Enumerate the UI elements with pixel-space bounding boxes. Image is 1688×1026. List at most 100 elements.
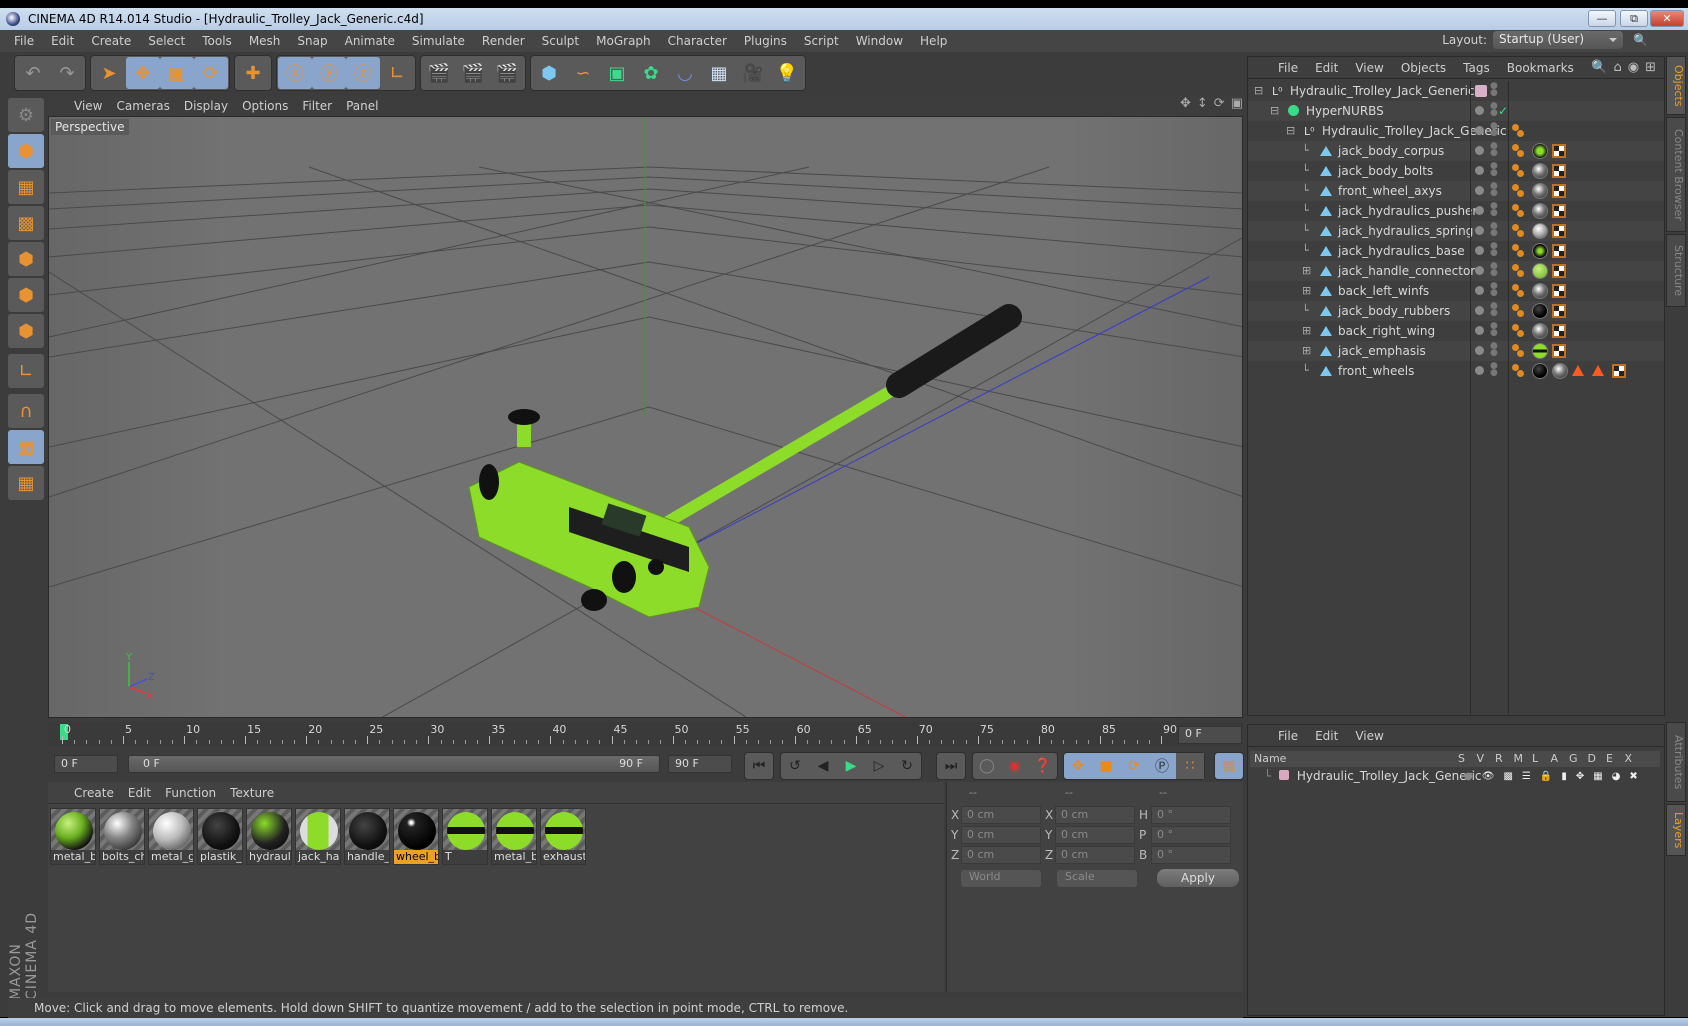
point-level-icon[interactable]: ∷ bbox=[1176, 753, 1204, 779]
coord-field[interactable]: 0 ° bbox=[1151, 846, 1231, 864]
object-menu-edit[interactable]: Edit bbox=[1315, 61, 1338, 75]
render-picture-viewer-icon[interactable]: 🎬 bbox=[456, 57, 490, 89]
object-name[interactable]: Hydraulic_Trolley_Jack_Generic bbox=[1290, 81, 1475, 101]
object-row[interactable]: ⊟ L⁰ Hydraulic_Trolley_Jack_Generic ● ● bbox=[1248, 81, 1664, 101]
menu-edit[interactable]: Edit bbox=[51, 34, 74, 48]
object-menu-objects[interactable]: Objects bbox=[1401, 61, 1446, 75]
menu-snap[interactable]: Snap bbox=[297, 34, 327, 48]
editor-visibility-dot[interactable] bbox=[1475, 126, 1484, 135]
render-visibility-dots[interactable]: ● ● bbox=[1490, 202, 1498, 218]
coord-field[interactable]: 0 cm bbox=[1055, 846, 1135, 864]
new-window-icon[interactable]: ⊞ bbox=[1645, 60, 1656, 75]
uvw-tag-icon[interactable] bbox=[1552, 264, 1566, 278]
expressions-icon[interactable]: ◕ bbox=[1612, 771, 1621, 782]
layer-menu-file[interactable]: File bbox=[1278, 729, 1298, 743]
uvw-tag-icon[interactable] bbox=[1552, 204, 1566, 218]
search-icon[interactable]: 🔍 bbox=[1591, 60, 1607, 75]
render-visibility-dots[interactable]: ● ● bbox=[1490, 162, 1498, 178]
phong-tag-icon[interactable] bbox=[1512, 204, 1524, 218]
side-tab-content-browser[interactable]: Content Browser bbox=[1666, 117, 1686, 232]
coord-field[interactable]: 0 cm bbox=[961, 846, 1041, 864]
scale-icon[interactable]: ▣ bbox=[160, 57, 194, 89]
array-icon[interactable]: ✿ bbox=[634, 57, 668, 89]
axis-mode-icon[interactable]: ∟ bbox=[8, 354, 44, 388]
editor-visibility-dot[interactable] bbox=[1475, 366, 1484, 375]
uvw-tag-icon[interactable] bbox=[1552, 184, 1566, 198]
menu-animate[interactable]: Animate bbox=[345, 34, 395, 48]
motion-record-icon[interactable]: ◯ bbox=[973, 753, 1001, 779]
render-visibility-dots[interactable]: ● ● bbox=[1490, 342, 1498, 358]
phong-tag-icon[interactable] bbox=[1512, 244, 1524, 258]
spline-pen-icon[interactable]: ∽ bbox=[566, 57, 600, 89]
material-tag-icon[interactable] bbox=[1532, 183, 1548, 199]
layer-column-l[interactable]: L bbox=[1532, 752, 1538, 765]
object-row[interactable]: ⊟ HyperNURBS ● ● ✓ bbox=[1248, 101, 1664, 121]
layer-column-v[interactable]: V bbox=[1477, 752, 1485, 765]
object-row[interactable]: └ jack_hydraulics_pusher ● ● bbox=[1248, 201, 1664, 221]
material-swatch[interactable]: metal_b bbox=[50, 808, 96, 865]
phong-tag-icon[interactable] bbox=[1512, 284, 1524, 298]
menu-create[interactable]: Create bbox=[91, 34, 131, 48]
lock-icon[interactable]: 🔒 bbox=[1540, 771, 1552, 782]
snap-magnet-icon[interactable]: ∩ bbox=[8, 394, 44, 428]
editor-visibility-dot[interactable] bbox=[1475, 266, 1484, 275]
redo-icon[interactable]: ↷ bbox=[50, 57, 84, 89]
coord-field[interactable]: 0 ° bbox=[1151, 826, 1231, 844]
render-visibility-dots[interactable]: ● ● bbox=[1490, 242, 1498, 258]
layer-menu-view[interactable]: View bbox=[1355, 729, 1383, 743]
close-button[interactable]: ✕ bbox=[1650, 10, 1684, 27]
material-swatch[interactable]: wheel_b bbox=[393, 808, 439, 865]
menu-character[interactable]: Character bbox=[668, 34, 727, 48]
render-visibility-dots[interactable]: ● ● bbox=[1490, 142, 1498, 158]
object-row[interactable]: ⊞ back_right_wing ● ● bbox=[1248, 321, 1664, 341]
coord-field[interactable]: 0 cm bbox=[961, 806, 1041, 824]
expand-toggle[interactable]: ⊟ bbox=[1254, 81, 1263, 101]
render-visibility-dots[interactable]: ● ● bbox=[1490, 82, 1498, 98]
editor-visibility-dot[interactable] bbox=[1475, 226, 1484, 235]
step-forward-icon[interactable]: ▷ bbox=[865, 753, 893, 779]
maximize-view-icon[interactable]: ▣ bbox=[1231, 96, 1243, 111]
render-visibility-dots[interactable]: ● ● bbox=[1490, 302, 1498, 318]
object-menu-view[interactable]: View bbox=[1355, 61, 1383, 75]
object-name[interactable]: jack_body_corpus bbox=[1338, 141, 1444, 161]
light-icon[interactable]: 💡 bbox=[770, 57, 804, 89]
layer-column-m[interactable]: M bbox=[1514, 752, 1524, 765]
object-row[interactable]: └ jack_body_rubbers ● ● bbox=[1248, 301, 1664, 321]
go-to-previous-key-icon[interactable]: ↺ bbox=[781, 753, 809, 779]
phong-tag-icon[interactable] bbox=[1512, 164, 1524, 178]
editor-visibility-dot[interactable] bbox=[1475, 286, 1484, 295]
rotation-key-icon[interactable]: ⟳ bbox=[1120, 753, 1148, 779]
layer-column-e[interactable]: E bbox=[1606, 752, 1613, 765]
coordinate-system-icon[interactable]: ∟ bbox=[380, 57, 414, 89]
phong-tag-icon[interactable] bbox=[1512, 144, 1524, 158]
layer-column-a[interactable]: A bbox=[1551, 752, 1559, 765]
object-name[interactable]: jack_emphasis bbox=[1338, 341, 1426, 361]
make-editable-icon[interactable]: ⚙ bbox=[8, 98, 44, 132]
object-name[interactable]: jack_body_bolts bbox=[1338, 161, 1433, 181]
orbit-icon[interactable]: ⟳ bbox=[1214, 96, 1225, 111]
perspective-viewport[interactable]: Y Z X Perspective bbox=[48, 116, 1243, 718]
object-name[interactable]: back_right_wing bbox=[1338, 321, 1435, 341]
floor-icon[interactable]: ▦ bbox=[702, 57, 736, 89]
selection-tag-icon[interactable] bbox=[1592, 365, 1604, 376]
layer-column-name[interactable]: Name bbox=[1254, 752, 1286, 765]
phong-tag-icon[interactable] bbox=[1512, 184, 1524, 198]
layer-column-d[interactable]: D bbox=[1588, 752, 1596, 765]
deformer-bend-icon[interactable]: ◡ bbox=[668, 57, 702, 89]
go-to-start-icon[interactable]: ⏮ bbox=[745, 753, 773, 779]
object-row[interactable]: ⊟ L⁰ Hydraulic_Trolley_Jack_Generic ● ● bbox=[1248, 121, 1664, 141]
phong-tag-icon[interactable] bbox=[1512, 304, 1524, 318]
object-row[interactable]: └ front_wheel_axys ● ● bbox=[1248, 181, 1664, 201]
layout-dropdown[interactable]: Startup (User) bbox=[1493, 31, 1624, 49]
uvw-tag-icon[interactable] bbox=[1552, 324, 1566, 338]
uvw-tag-icon[interactable] bbox=[1552, 344, 1566, 358]
uvw-tag-icon[interactable] bbox=[1552, 144, 1566, 158]
layer-row[interactable]: └ Hydraulic_Trolley_Jack_Generic ● 👁 ▩ ☰… bbox=[1264, 769, 1664, 787]
y-axis-lock-icon[interactable]: ⓨ bbox=[312, 57, 346, 89]
render-visibility-dots[interactable]: ● ● bbox=[1490, 102, 1498, 118]
render-visibility-dots[interactable]: ● ● bbox=[1490, 322, 1498, 338]
z-axis-lock-icon[interactable]: ⓩ bbox=[346, 57, 380, 89]
dolly-icon[interactable]: ↕ bbox=[1197, 96, 1208, 111]
editor-visibility-dot[interactable] bbox=[1475, 146, 1484, 155]
phong-tag-icon[interactable] bbox=[1512, 124, 1524, 138]
